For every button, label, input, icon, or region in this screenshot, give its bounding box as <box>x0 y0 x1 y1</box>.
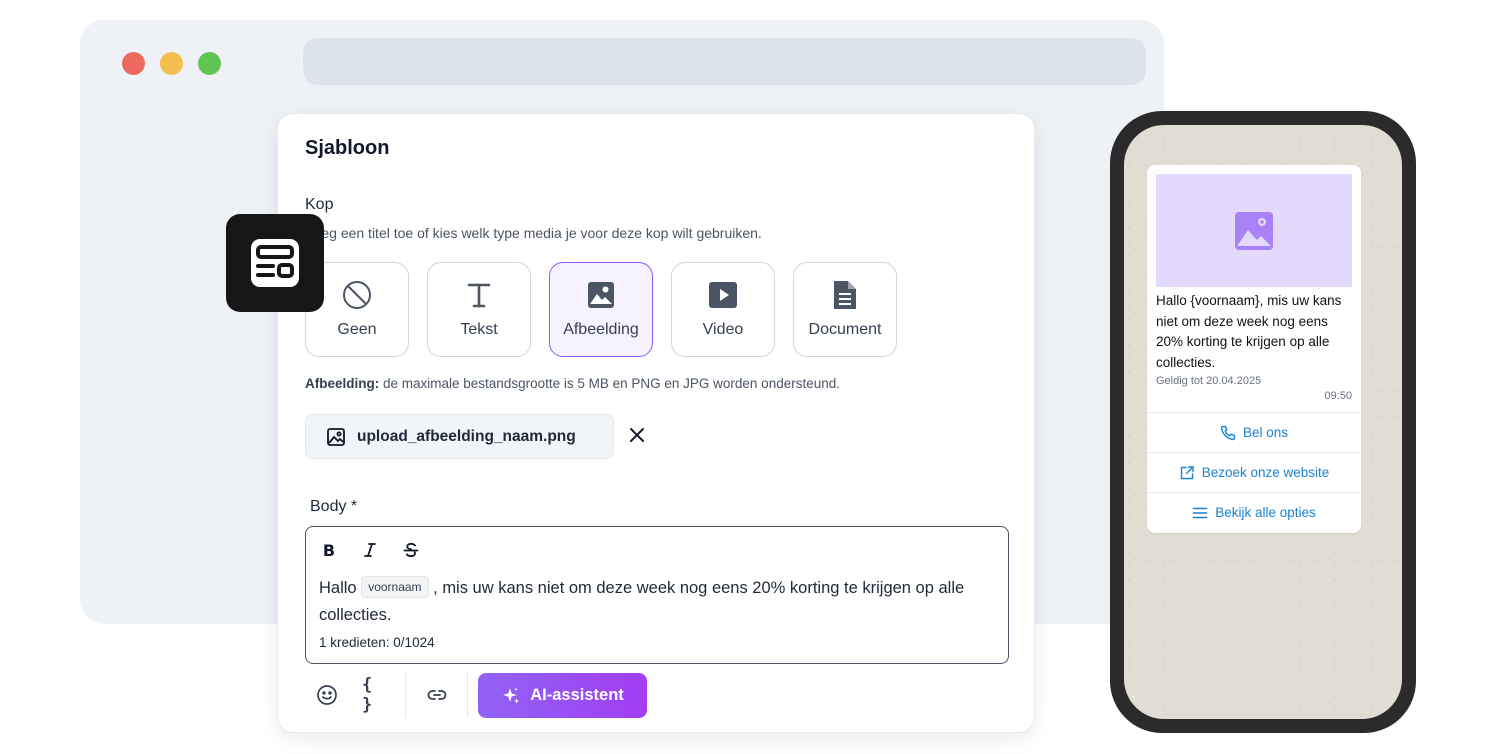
variable-braces-icon[interactable]: { } <box>362 675 390 715</box>
media-option-document[interactable]: Document <box>793 262 897 357</box>
phone-preview: Hallo {voornaam}, mis uw kans niet om de… <box>1110 111 1416 733</box>
call-us-label: Bel ons <box>1242 425 1289 440</box>
toolbar-separator <box>405 672 406 718</box>
window-minimize-dot <box>160 52 183 75</box>
ai-assistant-button[interactable]: AI-assistent <box>478 673 647 718</box>
toolbar-separator <box>467 672 468 718</box>
no-media-icon <box>341 279 373 311</box>
media-option-label: Video <box>702 321 744 338</box>
visit-website-label: Bezoek onze website <box>1201 465 1330 480</box>
message-bubble: Hallo {voornaam}, mis uw kans niet om de… <box>1147 165 1361 533</box>
preview-message: Hallo {voornaam}, mis uw kans niet om de… <box>1156 293 1342 371</box>
media-option-video[interactable]: Video <box>671 262 775 357</box>
upload-info: Afbeelding: de maximale bestandsgrootte … <box>305 376 840 391</box>
media-option-image[interactable]: Afbeelding <box>549 262 653 357</box>
sparkle-icon <box>503 687 520 703</box>
window-maximize-dot <box>198 52 221 75</box>
variable-chip[interactable]: voornaam <box>361 576 429 598</box>
body-text[interactable]: Hallo voornaam , mis uw kans niet om dez… <box>319 575 999 629</box>
media-option-label: Geen <box>337 321 377 338</box>
link-icon[interactable] <box>425 683 449 707</box>
all-options-label: Bekijk alle opties <box>1215 505 1316 520</box>
media-option-label: Tekst <box>460 321 498 338</box>
list-icon <box>1192 505 1208 521</box>
body-label: Body * <box>310 498 358 515</box>
preview-timestamp: 09:50 <box>1324 390 1352 402</box>
body-text-before: Hallo <box>319 579 362 597</box>
window-close-dot <box>122 52 145 75</box>
media-option-text[interactable]: Tekst <box>427 262 531 357</box>
bold-icon[interactable]: B <box>319 540 339 560</box>
template-app-icon <box>226 214 324 312</box>
video-icon <box>707 279 739 311</box>
ai-assistant-label: AI-assistent <box>530 686 624 704</box>
strikethrough-icon[interactable] <box>401 540 421 560</box>
call-us-button[interactable]: Bel ons <box>1147 412 1361 452</box>
visit-website-button[interactable]: Bezoek onze website <box>1147 452 1361 492</box>
remove-file-icon[interactable] <box>627 425 647 445</box>
all-options-button[interactable]: Bekijk alle opties <box>1147 492 1361 532</box>
card-title: Sjabloon <box>305 137 390 159</box>
chat-screen: Hallo {voornaam}, mis uw kans niet om de… <box>1124 125 1402 719</box>
template-card: Sjabloon Kop Voeg een titel toe of kies … <box>277 113 1035 733</box>
image-placeholder-icon <box>1235 211 1273 250</box>
body-editor[interactable]: B Hallo voornaam , mis uw kans niet om d… <box>305 526 1009 664</box>
text-icon <box>463 279 495 311</box>
header-label: Kop <box>305 196 334 213</box>
document-icon <box>829 279 861 311</box>
preview-valid-until: Geldig tot 20.04.2025 <box>1156 375 1262 387</box>
header-image-placeholder <box>1156 174 1352 287</box>
template-layout-icon <box>251 239 299 287</box>
credits-counter: 1 kredieten: 0/1024 <box>319 635 435 650</box>
image-icon <box>585 279 617 311</box>
emoji-icon[interactable] <box>315 683 339 707</box>
media-option-label: Afbeelding <box>563 321 639 338</box>
media-option-label: Document <box>808 321 882 338</box>
italic-icon[interactable] <box>360 540 380 560</box>
external-link-icon <box>1179 465 1195 481</box>
uploaded-file-name: upload_afbeelding_naam.png <box>357 427 576 445</box>
header-description: Voeg een titel toe of kies welk type med… <box>305 225 762 241</box>
phone-icon <box>1220 425 1236 441</box>
address-bar[interactable] <box>303 38 1146 85</box>
uploaded-file-chip[interactable]: upload_afbeelding_naam.png <box>305 414 614 459</box>
upload-info-text: de maximale bestandsgrootte is 5 MB en P… <box>379 376 840 391</box>
stage: Sjabloon Kop Voeg een titel toe of kies … <box>0 0 1496 754</box>
upload-info-bold: Afbeelding: <box>305 376 380 391</box>
image-file-icon <box>327 427 345 446</box>
